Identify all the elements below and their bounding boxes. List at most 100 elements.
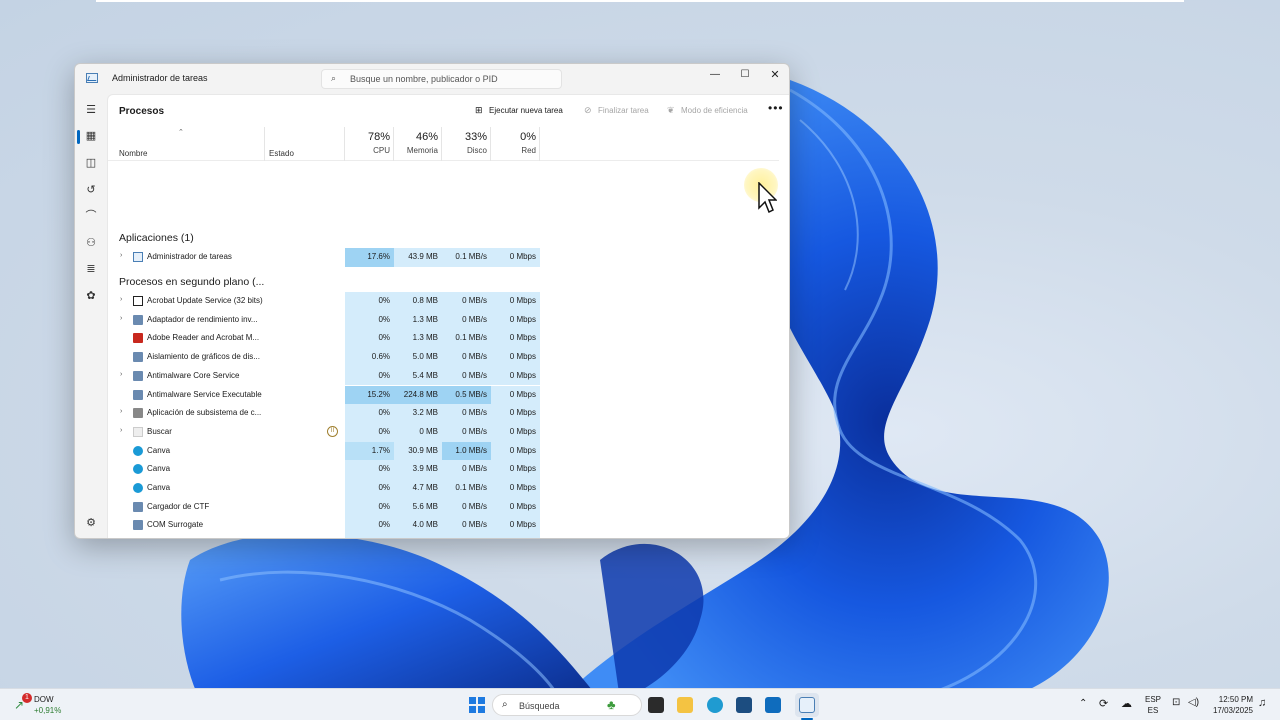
widget-value: +0,91% bbox=[34, 706, 62, 715]
column-divider[interactable] bbox=[264, 127, 265, 161]
disk-cell: 0 MB/s bbox=[442, 366, 491, 386]
table-row[interactable]: Cargador de CTF 0% 5.6 MB 0 MB/s 0 Mbps bbox=[108, 497, 540, 517]
table-row[interactable]: › Buscar II 0% 0 MB 0 MB/s 0 Mbps bbox=[108, 422, 540, 442]
table-row[interactable]: › Acrobat Update Service (32 bits) 0% 0.8 M… bbox=[108, 292, 540, 311]
start-button[interactable] bbox=[469, 697, 485, 713]
cpu-cell: 0% bbox=[345, 422, 394, 442]
chevron-right-icon[interactable]: › bbox=[120, 371, 122, 378]
table-row[interactable]: ›COM Surrogate0%2.5 MB0 MB/s0 Mbps bbox=[108, 535, 540, 538]
cpu-label: CPU bbox=[373, 146, 390, 155]
end-task-button[interactable]: ⊘ Finalizar tarea bbox=[584, 105, 649, 116]
processes-icon[interactable]: ▦ bbox=[83, 128, 99, 144]
taskbar-search[interactable]: ⌕ Búsqueda ♣ bbox=[492, 694, 642, 716]
users-icon[interactable]: ⚇ bbox=[83, 235, 99, 251]
table-row[interactable]: COM Surrogate 0% 4.0 MB 0 MB/s 0 Mbps bbox=[108, 516, 540, 536]
column-status[interactable]: Estado bbox=[269, 149, 294, 158]
close-button[interactable]: ✕ bbox=[760, 66, 789, 86]
chevron-right-icon[interactable]: › bbox=[120, 296, 122, 303]
network-cell: 0 Mbps bbox=[491, 248, 540, 267]
efficiency-mode-label: Modo de eficiencia bbox=[681, 106, 748, 115]
column-disk[interactable]: 33% Disco bbox=[442, 131, 487, 155]
memory-cell: 43.9 MB bbox=[394, 248, 442, 267]
network-cell: 0 Mbps bbox=[491, 348, 540, 367]
column-name[interactable]: Nombre bbox=[119, 149, 147, 158]
column-cpu[interactable]: 78% CPU bbox=[345, 131, 390, 155]
maximize-button[interactable]: ☐ bbox=[730, 66, 760, 86]
chevron-right-icon[interactable]: › bbox=[120, 252, 122, 259]
table-row[interactable]: › Adaptador de rendimiento inv... 0% 1.3 MB… bbox=[108, 310, 540, 330]
search-box[interactable]: ⌕ bbox=[321, 69, 562, 89]
cpu-cell: 0% bbox=[345, 366, 394, 386]
network-cell: 0 Mbps bbox=[491, 441, 540, 461]
column-divider[interactable] bbox=[490, 127, 491, 161]
file-explorer-icon[interactable] bbox=[677, 697, 693, 713]
column-memory[interactable]: 46% Memoria bbox=[394, 131, 438, 155]
network-icon[interactable]: ⊡ bbox=[1172, 697, 1180, 708]
memory-cell: 4.7 MB bbox=[394, 479, 442, 498]
more-options-button[interactable]: ••• bbox=[768, 101, 784, 115]
app-history-icon[interactable]: ↺ bbox=[83, 182, 99, 198]
cpu-cell: 0% bbox=[345, 535, 394, 538]
process-name: Adaptador de rendimiento inv... bbox=[147, 314, 258, 324]
cpu-cell: 0% bbox=[345, 497, 394, 517]
table-row[interactable]: Aislamiento de gráficos de dis... 0.6% 5.0… bbox=[108, 348, 540, 367]
service-icon bbox=[133, 352, 143, 363]
cloud-icon[interactable]: ☁ bbox=[1121, 697, 1132, 710]
menu-icon[interactable]: ☰ bbox=[83, 102, 99, 118]
settings-icon[interactable]: ⚙ bbox=[83, 515, 99, 531]
performance-icon[interactable]: ◫ bbox=[83, 155, 99, 171]
chevron-up-icon[interactable]: ⌃ bbox=[1079, 698, 1087, 709]
table-row[interactable]: › Antimalware Core Service 0% 5.4 MB 0 MB/s 0… bbox=[108, 366, 540, 386]
search-input[interactable] bbox=[350, 72, 550, 86]
column-divider[interactable] bbox=[441, 127, 442, 161]
table-row[interactable]: › Aplicación de subsistema de c... 0% 3.2 M… bbox=[108, 404, 540, 423]
services-icon[interactable]: ✿ bbox=[83, 288, 99, 304]
details-icon[interactable]: ≣ bbox=[83, 261, 99, 277]
column-divider[interactable] bbox=[539, 127, 540, 161]
terminal-icon[interactable] bbox=[648, 697, 664, 713]
disk-cell: 0.1 MB/s bbox=[442, 248, 491, 267]
table-row[interactable]: Antimalware Service Executable 15.2% 224.8… bbox=[108, 385, 540, 405]
network-cell: 0 Mbps bbox=[491, 422, 540, 442]
notification-bell-icon[interactable]: ♫ bbox=[1258, 697, 1266, 709]
chevron-right-icon[interactable]: › bbox=[120, 427, 122, 434]
mouse-pointer-icon bbox=[758, 182, 777, 214]
market-widget[interactable]: ↗ 1 DOW +0,91% bbox=[14, 693, 74, 717]
memory-cell: 1.3 MB bbox=[394, 310, 442, 330]
store-icon[interactable] bbox=[736, 697, 752, 713]
startup-apps-icon[interactable]: ⌒ bbox=[83, 208, 99, 224]
efficiency-mode-button[interactable]: ❦ Modo de eficiencia bbox=[667, 105, 748, 116]
table-row[interactable]: Canva 0% 3.9 MB 0 MB/s 0 Mbps bbox=[108, 460, 540, 479]
network-cell: 0 Mbps bbox=[491, 310, 540, 330]
cpu-cell: 0% bbox=[345, 329, 394, 349]
chevron-right-icon[interactable]: › bbox=[120, 408, 122, 415]
column-divider[interactable] bbox=[393, 127, 394, 161]
network-percent: 0% bbox=[520, 131, 536, 143]
outlook-icon[interactable] bbox=[765, 697, 781, 713]
language-indicator[interactable]: ESP ES bbox=[1145, 694, 1161, 716]
titlebar[interactable]: Administrador de tareas ⌕ — ☐ ✕ bbox=[75, 64, 789, 94]
memory-cell: 0 MB bbox=[394, 422, 442, 442]
chevron-right-icon[interactable]: › bbox=[120, 315, 122, 322]
minimize-button[interactable]: — bbox=[700, 66, 730, 86]
volume-icon[interactable]: ◁) bbox=[1188, 697, 1199, 708]
memory-cell: 2.5 MB bbox=[394, 535, 442, 538]
page-title: Procesos bbox=[119, 106, 165, 117]
search-icon: ⌕ bbox=[331, 73, 337, 83]
run-new-task-button[interactable]: ⊞ Ejecutar nueva tarea bbox=[475, 105, 563, 116]
edge-icon[interactable] bbox=[707, 697, 723, 713]
clock-date: 17/03/2025 bbox=[1212, 706, 1253, 715]
column-network[interactable]: 0% Red bbox=[491, 131, 536, 155]
table-row[interactable]: Adobe Reader and Acrobat M... 0% 1.3 MB 0.1… bbox=[108, 329, 540, 349]
column-divider[interactable] bbox=[344, 127, 345, 161]
network-cell: 0 Mbps bbox=[491, 366, 540, 386]
process-name: Buscar bbox=[147, 426, 172, 436]
process-name: Cargador de CTF bbox=[147, 501, 210, 511]
table-row[interactable]: Canva 1.7% 30.9 MB 1.0 MB/s 0 Mbps bbox=[108, 441, 540, 461]
sync-icon[interactable]: ⟳ bbox=[1099, 697, 1108, 710]
disk-cell: 0.1 MB/s bbox=[442, 329, 491, 349]
process-name: Administrador de tareas bbox=[147, 252, 232, 261]
table-row[interactable]: Canva 0% 4.7 MB 0.1 MB/s 0 Mbps bbox=[108, 479, 540, 498]
table-row[interactable]: › Administrador de tareas 17.6% 43.9 MB … bbox=[108, 248, 540, 267]
clock[interactable]: 12:50 PM 17/03/2025 bbox=[1205, 694, 1253, 716]
